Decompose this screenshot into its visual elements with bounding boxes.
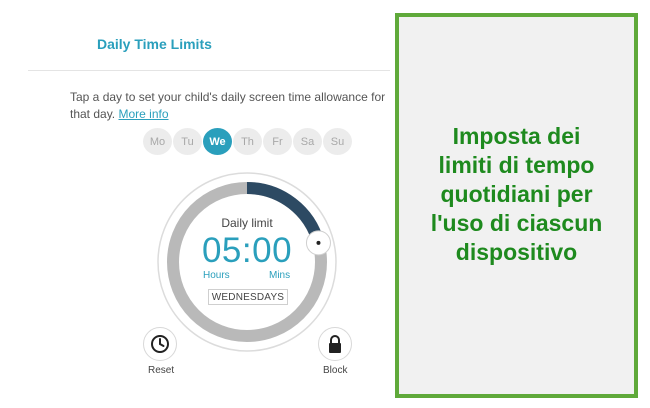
dial-mins-label: Mins xyxy=(269,270,291,281)
callout-line: l'uso di ciascun xyxy=(430,210,603,236)
day-button-fr[interactable]: Fr xyxy=(263,128,292,155)
day-button-mo[interactable]: Mo xyxy=(143,128,172,155)
lock-icon xyxy=(329,335,341,353)
dial-label: Daily limit xyxy=(221,216,273,230)
day-button-sa[interactable]: Sa xyxy=(293,128,322,155)
clock-icon xyxy=(151,335,169,353)
header-divider xyxy=(28,70,390,71)
block-label: Block xyxy=(323,365,348,376)
callout-line: quotidiani per xyxy=(440,181,593,207)
day-button-su[interactable]: Su xyxy=(323,128,352,155)
dial-time-value: 05:00 xyxy=(201,231,293,270)
time-limit-dial[interactable]: Daily limit 05:00 Hours Mins WEDNESDAYS xyxy=(156,171,338,353)
block-button[interactable] xyxy=(318,327,352,361)
dial-day-label: WEDNESDAYS xyxy=(208,289,288,305)
reset-label: Reset xyxy=(148,365,175,376)
day-button-we[interactable]: We xyxy=(203,128,232,155)
page-title: Daily Time Limits xyxy=(97,36,212,52)
callout-line: Imposta dei xyxy=(452,123,581,149)
dial-hours-label: Hours xyxy=(203,270,230,281)
day-button-th[interactable]: Th xyxy=(233,128,262,155)
callout-text: Imposta dei limiti di tempo quotidiani p… xyxy=(403,122,630,267)
description: Tap a day to set your child's daily scre… xyxy=(70,89,388,123)
callout-line: dispositivo xyxy=(455,239,578,265)
day-button-tu[interactable]: Tu xyxy=(173,128,202,155)
callout-line: limiti di tempo xyxy=(438,152,595,178)
callout-box: Imposta dei limiti di tempo quotidiani p… xyxy=(395,13,638,398)
day-selector: Mo Tu We Th Fr Sa Su xyxy=(143,128,352,155)
more-info-link[interactable]: More info xyxy=(118,107,168,121)
reset-button[interactable] xyxy=(143,327,177,361)
